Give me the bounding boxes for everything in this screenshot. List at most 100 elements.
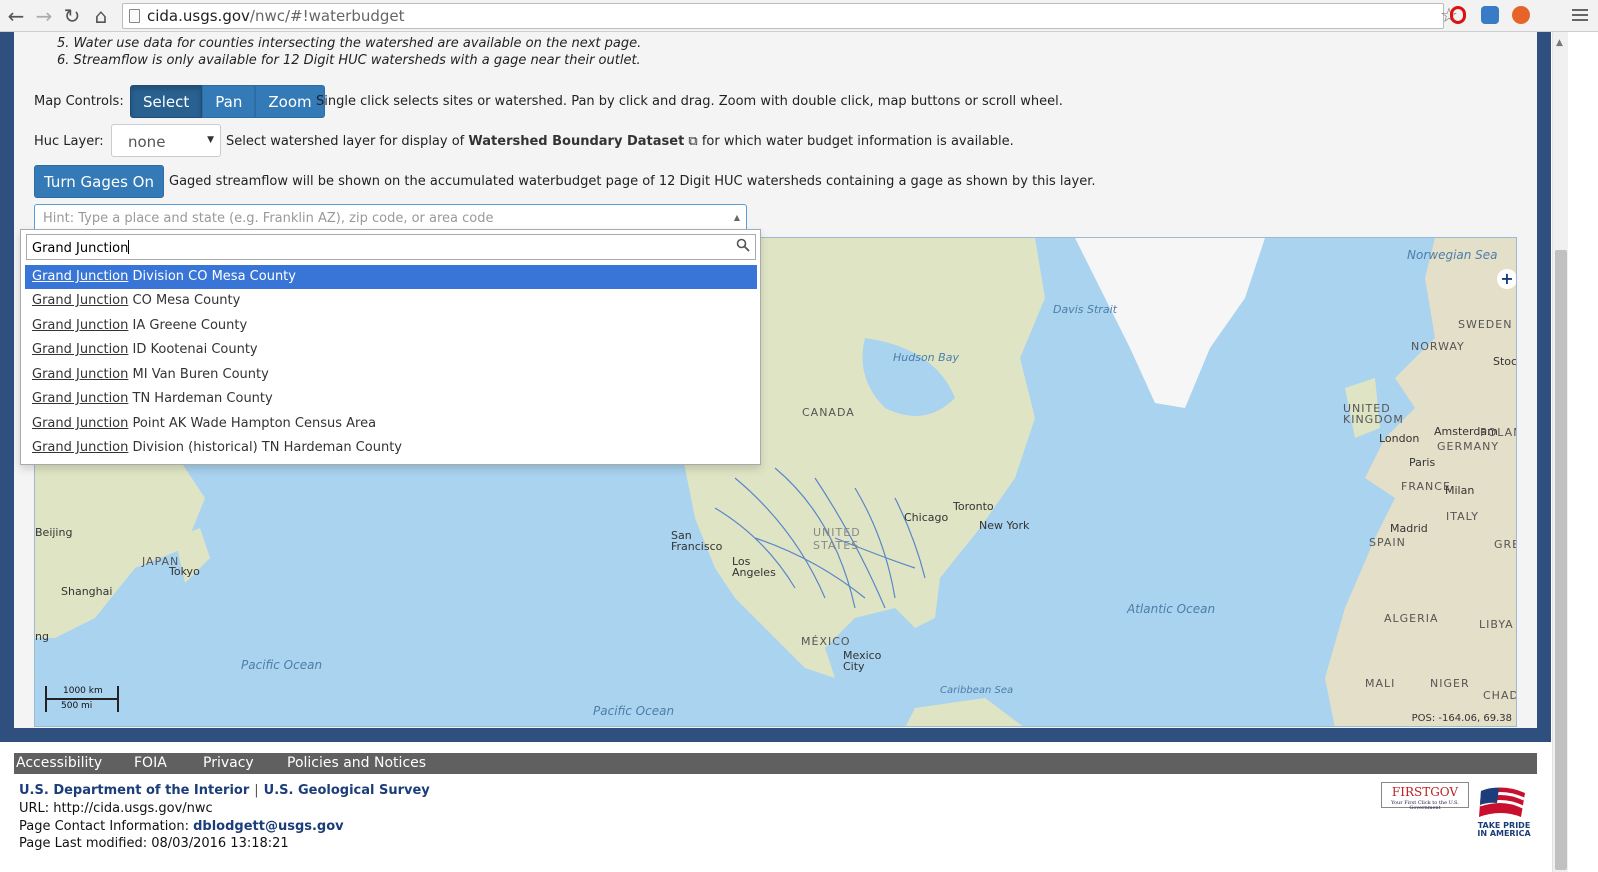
map-label-italy: ITALY — [1446, 510, 1480, 523]
map-label-madrid: Madrid — [1390, 522, 1428, 535]
map-label-toronto: Toronto — [953, 500, 994, 513]
map-label-ng: ng — [35, 630, 49, 643]
search-icon — [736, 238, 750, 252]
landmass-greenland — [1075, 238, 1265, 408]
search-result[interactable]: Grand Junction TN Hardeman County — [25, 387, 757, 411]
map-label-atlantic-ocean: Atlantic Ocean — [1127, 602, 1216, 616]
scrollbar-thumb[interactable] — [1555, 250, 1567, 870]
scale-mi: 500 mi — [61, 701, 93, 711]
doi-link[interactable]: U.S. Department of the Interior — [19, 783, 249, 798]
zoom-button[interactable]: Zoom — [255, 85, 325, 118]
page-icon — [129, 9, 140, 23]
footer-url: URL: http://cida.usgs.gov/nwc — [19, 801, 213, 816]
map-label-germany: GERMANY — [1437, 440, 1500, 453]
page-frame-bottom — [0, 728, 1551, 742]
map-label-new-york: New York — [979, 519, 1030, 532]
firstgov-logo[interactable]: FIRSTGOV Your First Click to the U.S. Go… — [1381, 782, 1469, 811]
browser-toolbar: ← → ↻ ⌂ cida.usgs.gov/nwc/#!waterbudget … — [0, 0, 1598, 32]
map-label-chad: CHAD — [1483, 689, 1517, 702]
map-label-gre: GRE — [1494, 538, 1516, 551]
scale-km: 1000 km — [63, 686, 103, 696]
reload-icon[interactable]: ↻ — [60, 4, 84, 28]
footer-contact: Page Contact Information: dblodgett@usgs… — [19, 819, 344, 834]
map-label-france: FRANCE — [1401, 480, 1451, 493]
search-result[interactable]: Grand Junction CO Mesa County — [25, 289, 757, 313]
result-detail: Point AK Wade Hampton Census Area — [128, 416, 377, 431]
result-match: Grand Junction — [32, 342, 129, 357]
result-match: Grand Junction — [32, 367, 129, 382]
back-icon[interactable]: ← — [4, 4, 28, 28]
search-result[interactable]: Grand Junction ID Kootenai County — [25, 338, 757, 362]
usgs-link[interactable]: U.S. Geological Survey — [264, 783, 430, 798]
map-controls-group: Select Pan Zoom — [130, 85, 325, 118]
footer-link-foia[interactable]: FOIA — [134, 755, 167, 771]
home-icon[interactable]: ⌂ — [89, 4, 113, 28]
result-match: Grand Junction — [32, 293, 129, 308]
forward-icon[interactable]: → — [32, 4, 56, 28]
note-water-use: 5. Water use data for counties intersect… — [57, 36, 642, 51]
firstgov-tagline: Your First Click to the U.S. Government — [1391, 800, 1459, 811]
wbd-link[interactable]: Watershed Boundary Dataset — [468, 134, 684, 149]
footer-link-accessibility[interactable]: Accessibility — [16, 755, 102, 771]
footer-last-modified: Page Last modified: 08/03/2016 13:18:21 — [19, 836, 289, 851]
opera-extension-icon[interactable] — [1450, 6, 1466, 24]
pan-button[interactable]: Pan — [202, 85, 256, 118]
map-label-pacific-ocean-south: Pacific Ocean — [593, 704, 675, 718]
location-search-value: Grand Junction — [32, 241, 129, 256]
map-label-norway: NORWAY — [1411, 340, 1465, 353]
result-match: Grand Junction — [32, 318, 129, 333]
result-detail: Division (historical) TN Hardeman County — [128, 440, 402, 455]
gages-help: Gaged streamflow will be shown on the ac… — [169, 174, 1096, 189]
map-label-los-angeles: Los Angeles — [732, 555, 776, 579]
address-bar[interactable]: cida.usgs.gov/nwc/#!waterbudget — [122, 3, 1444, 29]
map-label-san-francisco: San Francisco — [671, 529, 723, 553]
map-label-spain: SPAIN — [1369, 536, 1406, 549]
zoom-in-icon[interactable]: + — [1497, 269, 1516, 289]
cursor-position: POS: -164.06, 69.38 — [1411, 713, 1512, 724]
contact-email-link[interactable]: dblodgett@usgs.gov — [193, 819, 344, 834]
huc-layer-select[interactable]: none ▼ — [111, 124, 221, 157]
note-streamflow: 6. Streamflow is only available for 12 D… — [57, 53, 641, 68]
footer-link-privacy[interactable]: Privacy — [203, 755, 254, 771]
firstgov-wordmark: FIRSTGOV — [1391, 785, 1459, 799]
result-match: Grand Junction — [32, 416, 129, 431]
search-result[interactable]: Grand Junction MI Van Buren County — [25, 363, 757, 387]
browser-menu-icon[interactable] — [1572, 6, 1588, 24]
map-label-algeria: ALGERIA — [1384, 612, 1439, 625]
huc-layer-value: none — [128, 133, 166, 151]
search-result[interactable]: Grand Junction Division (historical) TN … — [25, 436, 757, 460]
scroll-up-icon[interactable]: ▲ — [1556, 38, 1563, 48]
map-label-mali: MALI — [1365, 677, 1396, 690]
search-result[interactable]: Grand Junction IA Greene County — [25, 314, 757, 338]
extension-icon[interactable] — [1481, 6, 1499, 24]
contact-label: Page Contact Information: — [19, 819, 189, 834]
turn-gages-on-button[interactable]: Turn Gages On — [34, 165, 164, 198]
footer-nav: Accessibility FOIA Privacy Policies and … — [14, 753, 1537, 774]
huc-help-suffix: for which water budget information is av… — [701, 134, 1014, 149]
page-scrollbar[interactable]: ▲ — [1552, 32, 1568, 872]
map-label-chicago: Chicago — [904, 511, 949, 524]
map-label-niger: NIGER — [1430, 677, 1470, 690]
map-label-mexico-city: Mexico City — [843, 649, 882, 673]
map-label-shanghai: Shanghai — [61, 585, 113, 598]
select-button[interactable]: Select — [130, 85, 203, 118]
map-label-davis-strait: Davis Strait — [1053, 303, 1117, 316]
map-controls-label: Map Controls: — [34, 94, 124, 109]
search-result[interactable]: Grand Junction Division CO Mesa County — [25, 265, 757, 289]
search-result[interactable]: Grand Junction Point AK Wade Hampton Cen… — [25, 412, 757, 436]
map-label-libya: LIBYA — [1479, 618, 1514, 631]
huc-help-prefix: Select watershed layer for display of — [226, 134, 465, 149]
external-link-icon: ⧉ — [688, 134, 698, 149]
result-match: Grand Junction — [32, 269, 129, 284]
location-search-input[interactable]: Grand Junction — [26, 234, 756, 260]
huc-layer-help: Select watershed layer for display of Wa… — [226, 134, 1014, 149]
footer-link-policies[interactable]: Policies and Notices — [287, 755, 426, 771]
caret-down-icon: ▼ — [207, 135, 214, 145]
map-label-milan: Milan — [1445, 484, 1475, 497]
map-label-caribbean-sea: Caribbean Sea — [940, 685, 1014, 696]
map-scale-bar: 1000 km 500 mi — [45, 686, 119, 712]
result-detail: TN Hardeman County — [128, 391, 273, 406]
url-host: cida.usgs.gov — [147, 7, 250, 25]
map-label-pacific-ocean-west: Pacific Ocean — [241, 658, 323, 672]
extension-badge-icon[interactable] — [1512, 6, 1530, 24]
